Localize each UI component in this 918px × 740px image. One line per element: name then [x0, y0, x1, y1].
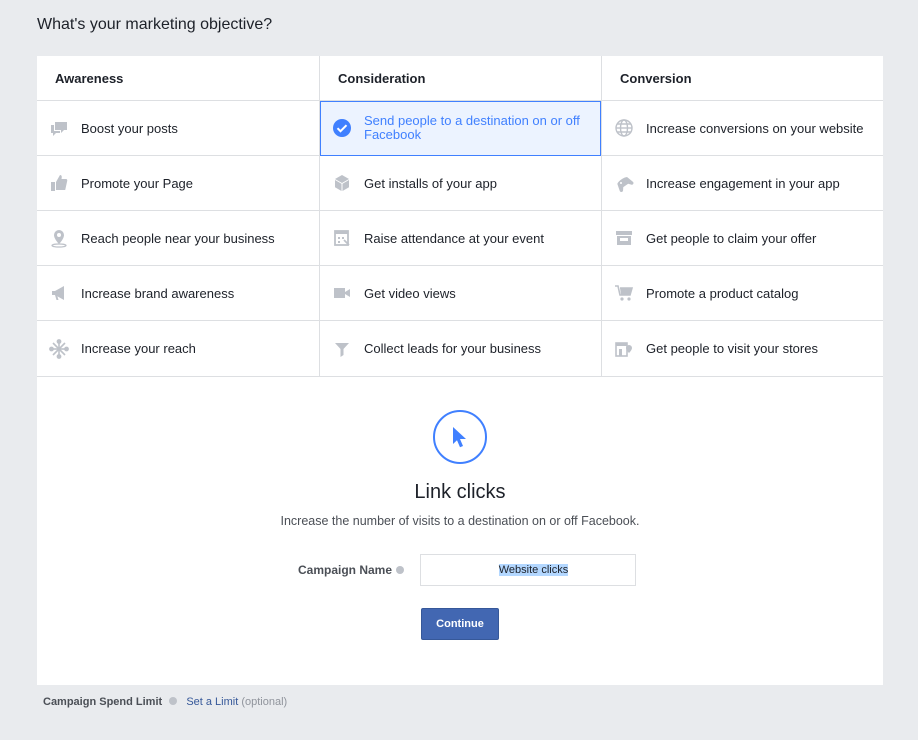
cursor-icon [433, 410, 487, 464]
checkmark-circle-icon [332, 118, 352, 138]
objective-label: Get installs of your app [364, 175, 497, 191]
objective-label: Increase your reach [81, 341, 196, 356]
shopping-cart-icon [614, 283, 634, 303]
objective-label: Increase brand awareness [81, 285, 235, 301]
objective-offer-claims[interactable]: Get people to claim your offer [602, 211, 883, 266]
objective-lead-generation[interactable]: Collect leads for your business [320, 321, 601, 376]
column-heading: Conversion [602, 56, 883, 101]
info-icon[interactable] [396, 565, 405, 574]
objective-promote-page[interactable]: Promote your Page [37, 156, 319, 211]
box-icon [332, 173, 352, 193]
campaign-name-input[interactable]: Website clicks [420, 554, 636, 586]
objective-event-responses[interactable]: Raise attendance at your event [320, 211, 601, 266]
objective-traffic[interactable]: Send people to a destination on or off F… [320, 101, 601, 156]
objective-label: Get video views [364, 285, 456, 301]
globe-icon [614, 118, 634, 138]
optional-label: (optional) [241, 696, 288, 708]
objective-label: Get people to visit your stores [646, 341, 818, 356]
map-pin-icon [49, 228, 69, 248]
objective-label: Reach people near your business [81, 230, 275, 246]
objective-label: Collect leads for your business [364, 341, 542, 356]
campaign-name-label: Campaign Name [298, 563, 405, 577]
spend-limit-label: Campaign Spend Limit [43, 696, 163, 708]
objective-label: Increase engagement in your app [646, 175, 840, 191]
video-camera-icon [332, 283, 352, 303]
objective-label: Raise attendance at your event [364, 230, 544, 246]
objective-store-visits[interactable]: Get people to visit your stores [602, 321, 883, 376]
objective-label: Promote a product catalog [646, 285, 799, 301]
detail-title: Link clicks [414, 481, 506, 503]
funnel-icon [332, 339, 352, 359]
objective-boost-posts[interactable]: Boost your posts [37, 101, 319, 156]
column-awareness: Awareness Boost your posts Promote your … [37, 56, 319, 376]
storefront-icon [614, 228, 634, 248]
objective-label: Boost your posts [81, 120, 178, 136]
objective-label: Send people to a destination on or off F… [364, 113, 580, 142]
objective-label: Promote your Page [81, 175, 194, 191]
column-consideration: Consideration Send people to a destinati… [319, 56, 601, 376]
info-icon[interactable] [169, 697, 178, 706]
continue-button[interactable]: Continue [421, 608, 499, 640]
spend-limit-footer: Campaign Spend Limit Set a Limit (option… [43, 696, 287, 708]
objective-video-views[interactable]: Get video views [320, 266, 601, 321]
thumbs-up-icon [49, 173, 69, 193]
store-building-icon [614, 339, 634, 359]
page-title: What's your marketing objective? [37, 16, 273, 33]
calendar-icon [332, 228, 352, 248]
objective-panel: Awareness Boost your posts Promote your … [37, 56, 883, 685]
objective-brand-awareness[interactable]: Increase brand awareness [37, 266, 319, 321]
objective-app-engagement[interactable]: Increase engagement in your app [602, 156, 883, 211]
objective-increase-reach[interactable]: Increase your reach [37, 321, 319, 376]
column-conversion: Conversion Increase conversions on your … [601, 56, 883, 376]
objective-reach-near[interactable]: Reach people near your business [37, 211, 319, 266]
set-limit-link[interactable]: Set a Limit [186, 696, 238, 708]
objective-label: Increase conversions on your website [646, 120, 864, 136]
objective-app-installs[interactable]: Get installs of your app [320, 156, 601, 211]
column-heading: Awareness [37, 56, 319, 101]
detail-description: Increase the number of visits to a desti… [280, 514, 640, 528]
objective-conversions[interactable]: Increase conversions on your website [602, 101, 883, 156]
objective-label: Get people to claim your offer [646, 230, 817, 246]
objective-product-catalog[interactable]: Promote a product catalog [602, 266, 883, 321]
column-heading: Consideration [320, 56, 601, 101]
campaign-name-value: Website clicks [498, 564, 569, 576]
chat-bubbles-icon [49, 118, 69, 138]
objective-grid: Awareness Boost your posts Promote your … [37, 56, 883, 377]
megaphone-icon [49, 283, 69, 303]
gamepad-icon [614, 173, 634, 193]
campaign-name-label-text: Campaign Name [298, 563, 393, 577]
burst-icon [49, 338, 69, 359]
campaign-name-row: Campaign Name Website clicks [37, 554, 883, 586]
